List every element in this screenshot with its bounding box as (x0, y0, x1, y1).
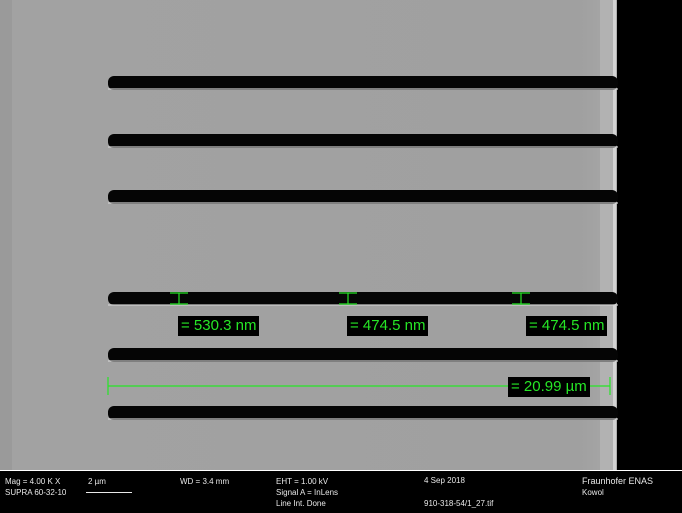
measurement-label: = 530.3 nm (178, 316, 260, 336)
trench (108, 348, 618, 362)
trench (108, 76, 618, 90)
measurement-label: = 20.99 µm (508, 377, 590, 397)
trench (108, 406, 618, 420)
working-distance: WD = 3.4 mm (180, 477, 230, 486)
date: 4 Sep 2018 (424, 476, 465, 485)
eht: EHT = 1.00 kV (276, 477, 329, 486)
organization: Fraunhofer ENAS (582, 476, 654, 486)
scale-bar (86, 492, 132, 493)
operator: Kowol (582, 488, 604, 497)
measurement-label: = 474.5 nm (526, 316, 608, 336)
trench (108, 134, 618, 148)
filename: 910-318-54/1_27.tif (424, 499, 494, 508)
signal: Signal A = InLens (276, 488, 339, 497)
scale-label: 2 µm (88, 477, 106, 486)
trench (108, 292, 618, 305)
info-bar: Mag = 4.00 K X 2 µm SUPRA 60-32-10 WD = … (0, 470, 682, 513)
sem-image (0, 0, 682, 470)
trench (108, 190, 618, 204)
measurement-label: = 474.5 nm (347, 316, 429, 336)
instrument-name: SUPRA 60-32-10 (5, 488, 67, 497)
magnification: Mag = 4.00 K X (5, 477, 61, 486)
line-integration: Line Int. Done (276, 499, 326, 508)
